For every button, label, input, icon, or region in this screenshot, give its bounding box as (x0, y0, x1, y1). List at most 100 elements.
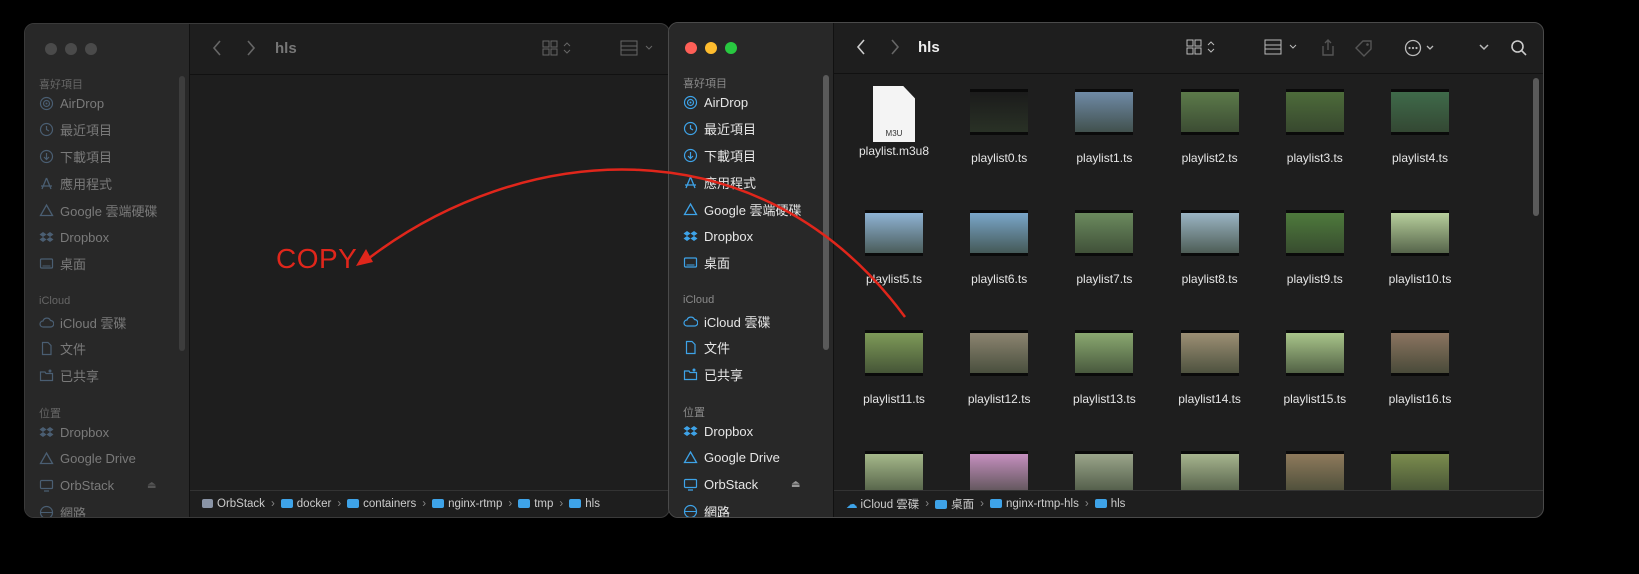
sidebar-item[interactable]: Google Drive (683, 447, 780, 469)
sidebar-item[interactable]: Dropbox (683, 420, 753, 442)
minimize-button[interactable] (705, 42, 717, 54)
sidebar-scrollbar[interactable] (179, 76, 185, 351)
m3u-file-icon: M3U (873, 86, 915, 142)
sidebar-item[interactable]: OrbStack ⏏ (683, 474, 800, 496)
sidebar-item[interactable]: Google 雲端硬碟 (683, 198, 802, 220)
sidebar-item[interactable]: 應用程式 (683, 171, 756, 193)
file-item[interactable]: playlist10.ts (1370, 209, 1470, 286)
file-item[interactable]: playlist0.ts (949, 89, 1049, 165)
video-thumbnail (1391, 330, 1449, 376)
sidebar-item[interactable]: 最近項目 (683, 118, 756, 140)
close-button[interactable] (45, 43, 57, 55)
close-button[interactable] (685, 42, 697, 54)
zoom-button[interactable] (725, 42, 737, 54)
file-item[interactable] (1370, 450, 1470, 490)
video-thumbnail (970, 450, 1029, 490)
sidebar-item[interactable]: 桌面 (39, 253, 86, 275)
file-item[interactable] (844, 450, 944, 490)
eject-icon[interactable]: ⏏ (147, 480, 156, 491)
file-item[interactable]: playlist14.ts (1160, 330, 1260, 406)
folder-icon (518, 499, 531, 509)
sidebar-item[interactable]: 應用程式 (39, 172, 112, 194)
sidebar-item[interactable]: OrbStack ⏏ (39, 475, 156, 497)
file-name: playlist.m3u8 (858, 144, 930, 158)
sidebar-item[interactable]: iCloud 雲碟 (683, 310, 770, 332)
back-icon[interactable] (856, 39, 866, 55)
forward-icon[interactable] (246, 40, 256, 56)
sidebar-item[interactable]: 下載項目 (683, 145, 756, 167)
file-item[interactable]: playlist11.ts (844, 330, 944, 406)
sidebar-item[interactable]: Dropbox (683, 225, 753, 247)
eject-icon[interactable]: ⏏ (791, 479, 800, 490)
file-item[interactable]: playlist15.ts (1265, 330, 1365, 406)
file-item[interactable] (1265, 450, 1365, 490)
dropbox-icon (39, 426, 54, 437)
file-item[interactable]: M3U playlist.m3u8 (844, 86, 944, 158)
file-item[interactable]: playlist4.ts (1370, 89, 1470, 165)
file-item[interactable]: playlist13.ts (1054, 330, 1154, 406)
path-item[interactable]: tmp (518, 498, 553, 510)
sidebar-item[interactable]: 最近項目 (39, 119, 112, 141)
file-item[interactable]: playlist12.ts (949, 330, 1049, 406)
file-item[interactable]: playlist16.ts (1370, 330, 1470, 406)
chevron-down-icon[interactable] (1478, 39, 1490, 55)
path-item[interactable]: ☁ iCloud 雲碟 (846, 496, 919, 512)
content-scrollbar[interactable] (1533, 78, 1539, 216)
path-item[interactable]: containers (347, 498, 416, 510)
sidebar-item[interactable]: 桌面 (683, 252, 730, 274)
cloud-icon: ☁ (846, 499, 858, 511)
sidebar-item[interactable]: 文件 (683, 337, 730, 359)
file-item[interactable] (1054, 450, 1154, 490)
sidebar-scrollbar[interactable] (823, 75, 829, 350)
sidebar-item-label: 桌面 (60, 257, 87, 273)
path-item[interactable]: 桌面 (935, 496, 974, 512)
sidebar-item[interactable]: iCloud 雲碟 (39, 311, 126, 333)
minimize-button[interactable] (65, 43, 77, 55)
path-item[interactable]: OrbStack (202, 498, 265, 510)
sidebar-item[interactable]: 網路 (683, 500, 730, 517)
sidebar-item[interactable]: 文件 (39, 338, 86, 360)
grid-view-icon[interactable] (542, 40, 572, 56)
sidebar-item[interactable]: Dropbox (39, 226, 109, 248)
download-icon (683, 148, 698, 163)
sidebar-item[interactable]: AirDrop (683, 91, 748, 113)
share-icon[interactable] (1320, 39, 1336, 57)
tag-icon[interactable] (1354, 39, 1374, 57)
group-view-icon[interactable] (620, 40, 656, 56)
sidebar-item-label: 文件 (704, 341, 731, 357)
more-actions-icon[interactable] (1404, 39, 1438, 57)
sidebar-item[interactable]: Google Drive (39, 448, 136, 470)
video-thumbnail (865, 330, 923, 376)
file-item[interactable]: playlist1.ts (1054, 89, 1154, 165)
file-item[interactable] (1160, 450, 1260, 490)
search-icon[interactable] (1510, 39, 1528, 57)
sidebar-item[interactable]: Google 雲端硬碟 (39, 199, 158, 221)
path-item[interactable]: docker (280, 498, 331, 510)
forward-icon[interactable] (890, 39, 900, 55)
group-view-icon[interactable] (1264, 39, 1300, 55)
sidebar-item[interactable]: Dropbox (39, 421, 109, 443)
folder-icon (1094, 499, 1107, 509)
file-item[interactable]: playlist6.ts (949, 209, 1049, 286)
path-item-label: iCloud 雲碟 (860, 499, 920, 511)
file-item[interactable]: playlist7.ts (1054, 209, 1154, 286)
file-item[interactable]: playlist5.ts (844, 209, 944, 286)
sidebar-item[interactable]: AirDrop (39, 92, 104, 114)
file-item[interactable]: playlist9.ts (1265, 209, 1365, 286)
sidebar-item[interactable]: 下載項目 (39, 146, 112, 168)
grid-view-icon[interactable] (1186, 39, 1216, 55)
back-icon[interactable] (212, 40, 222, 56)
sidebar-item[interactable]: 已共享 (683, 364, 743, 386)
file-item[interactable]: playlist3.ts (1265, 89, 1365, 165)
file-item[interactable]: playlist2.ts (1160, 89, 1260, 165)
file-item[interactable]: playlist8.ts (1160, 209, 1260, 286)
sidebar-item[interactable]: 網路 (39, 501, 86, 517)
zoom-button[interactable] (85, 43, 97, 55)
sidebar-item[interactable]: 已共享 (39, 365, 99, 387)
file-item[interactable] (949, 450, 1049, 490)
path-item[interactable]: nginx-rtmp (432, 498, 502, 510)
path-item[interactable]: hls (1094, 498, 1125, 510)
path-item[interactable]: hls (569, 498, 600, 510)
file-name: playlist1.ts (1076, 151, 1133, 165)
path-item[interactable]: nginx-rtmp-hls (989, 498, 1079, 510)
